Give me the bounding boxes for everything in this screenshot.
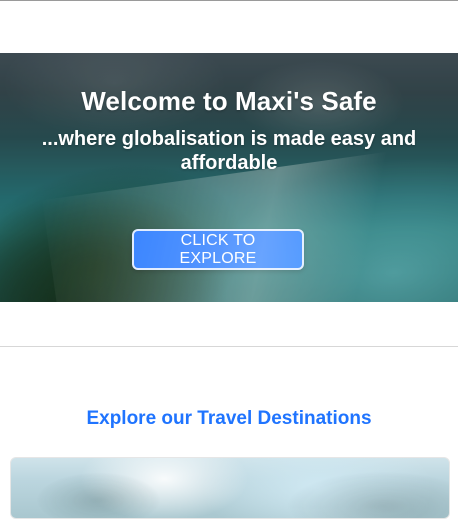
section-divider bbox=[0, 346, 458, 347]
hero-subtitle-line-1: ...where globalisation is made easy and bbox=[41, 128, 417, 150]
hero-title: Welcome to Maxi's Safe bbox=[81, 86, 377, 116]
top-border bbox=[0, 0, 458, 1]
hero-subtitle: ...where globalisation is made easy and … bbox=[0, 127, 458, 175]
destination-card-image[interactable] bbox=[10, 457, 450, 519]
destinations-heading: Explore our Travel Destinations bbox=[86, 407, 372, 429]
hero-subtitle-line-2: affordable bbox=[180, 152, 278, 174]
explore-button[interactable]: CLICK TO EXPLORE bbox=[132, 229, 304, 270]
hero-banner: Welcome to Maxi's Safe ...where globalis… bbox=[0, 53, 458, 302]
